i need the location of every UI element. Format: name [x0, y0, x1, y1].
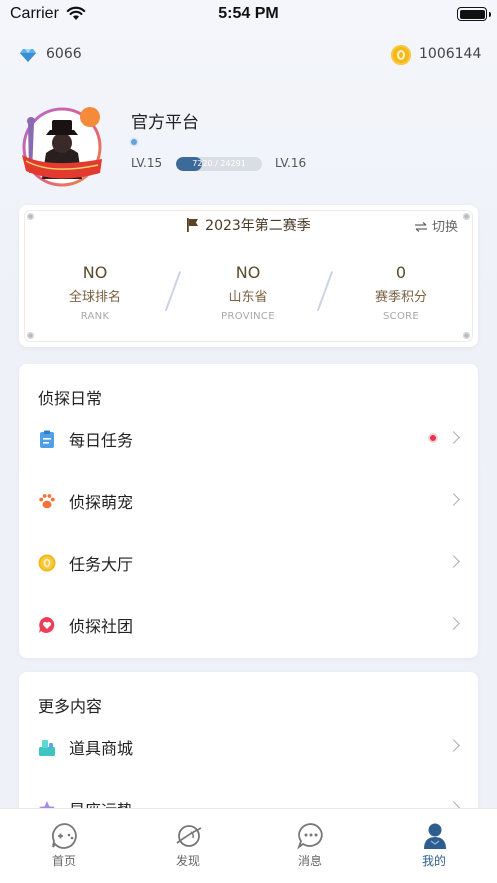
tab-label: 发现 — [175, 854, 200, 868]
menu-item-label: 道具商城 — [69, 739, 134, 758]
game-controller-icon — [52, 823, 77, 849]
chevron-right-icon — [447, 617, 460, 630]
tab-messages[interactable]: 消息 — [248, 809, 372, 883]
season-switch-button[interactable]: 切换 — [414, 216, 458, 235]
stat-score: 0 赛季积分 SCORE — [331, 263, 471, 322]
chevron-right-icon — [447, 431, 460, 444]
person-icon — [424, 823, 446, 849]
section-title: 侦探日常 — [38, 389, 103, 408]
tab-label: 我的 — [421, 854, 446, 868]
season-card[interactable]: 2023年第二赛季 切换 NO 全球排名 RANK NO 山东省 PROVINC… — [19, 205, 478, 347]
clipboard-icon — [40, 430, 54, 448]
clock: 5:54 PM — [218, 5, 279, 22]
coin-icon[interactable] — [391, 45, 411, 65]
stat-rank: NO 全球排名 RANK — [25, 263, 165, 322]
diamond-icon[interactable] — [19, 48, 37, 63]
xp-progress-bar: 7220 / 24291 — [176, 157, 262, 171]
menu-item-pets[interactable]: 侦探萌宠 — [19, 477, 478, 527]
paw-icon — [39, 494, 55, 509]
season-switch-label: 切换 — [431, 220, 458, 235]
swap-icon — [414, 222, 427, 232]
stat-label: 全球排名 — [68, 290, 121, 305]
section-title: 更多内容 — [38, 697, 103, 716]
menu-item-task-hall[interactable]: 任务大厅 — [19, 539, 478, 589]
battery-icon — [457, 7, 491, 21]
menu-item-label: 侦探萌宠 — [69, 493, 134, 512]
profile-header: 官方平台 LV.15 7220 / 24291 LV.16 — [0, 100, 497, 195]
chevron-right-icon — [447, 493, 460, 506]
tab-home[interactable]: 首页 — [2, 809, 126, 883]
stat-label-en: SCORE — [383, 311, 419, 322]
rivet-decoration — [463, 332, 470, 339]
chat-bubble-icon — [297, 823, 323, 850]
avatar[interactable] — [18, 103, 106, 191]
menu-item-label: 侦探社团 — [69, 617, 134, 636]
stat-value: 0 — [395, 263, 407, 282]
menu-item-club[interactable]: 侦探社团 — [19, 601, 478, 651]
status-bar: Carrier 5:54 PM — [0, 0, 497, 30]
stat-label-en: RANK — [80, 311, 110, 322]
nickname: 官方平台 — [131, 113, 199, 133]
shop-icon — [39, 740, 55, 756]
tab-label: 消息 — [297, 854, 322, 868]
tab-me[interactable]: 我的 — [372, 809, 496, 883]
coin-icon — [38, 554, 56, 572]
stat-value: NO — [235, 263, 261, 282]
currency-row: 6066 1006144 — [0, 45, 497, 67]
coin-count: 1006144 — [419, 46, 482, 62]
current-level: LV.15 — [131, 156, 163, 170]
flag-icon — [187, 218, 199, 232]
tab-discover[interactable]: 发现 — [126, 809, 250, 883]
rank-badge-icon — [131, 139, 137, 145]
menu-item-shop[interactable]: 道具商城 — [19, 723, 478, 773]
tab-bar: 首页 发现 消息 我的 — [0, 808, 497, 883]
chevron-right-icon — [447, 739, 460, 752]
planet-icon — [176, 825, 202, 847]
season-title-text: 2023年第二赛季 — [205, 218, 311, 234]
next-level: LV.16 — [275, 156, 307, 170]
gem-count: 6066 — [46, 46, 82, 62]
heart-chat-icon — [39, 617, 55, 633]
stat-label: 山东省 — [228, 290, 268, 305]
menu-item-daily-tasks[interactable]: 每日任务 — [19, 415, 478, 465]
chevron-right-icon — [447, 555, 460, 568]
rivet-decoration — [27, 332, 34, 339]
stat-province: NO 山东省 PROVINCE — [178, 263, 318, 322]
xp-progress-text: 7220 / 24291 — [192, 159, 246, 168]
daily-section: 侦探日常 每日任务 侦探萌宠 任务大厅 侦探社团 — [19, 364, 478, 658]
stat-label: 赛季积分 — [374, 290, 427, 305]
stat-label-en: PROVINCE — [221, 311, 275, 322]
tab-label: 首页 — [51, 854, 76, 868]
season-title: 2023年第二赛季 — [19, 215, 478, 235]
menu-item-label: 每日任务 — [69, 431, 134, 450]
notification-badge — [430, 435, 436, 441]
menu-item-label: 任务大厅 — [69, 555, 134, 574]
stat-value: NO — [82, 263, 108, 282]
